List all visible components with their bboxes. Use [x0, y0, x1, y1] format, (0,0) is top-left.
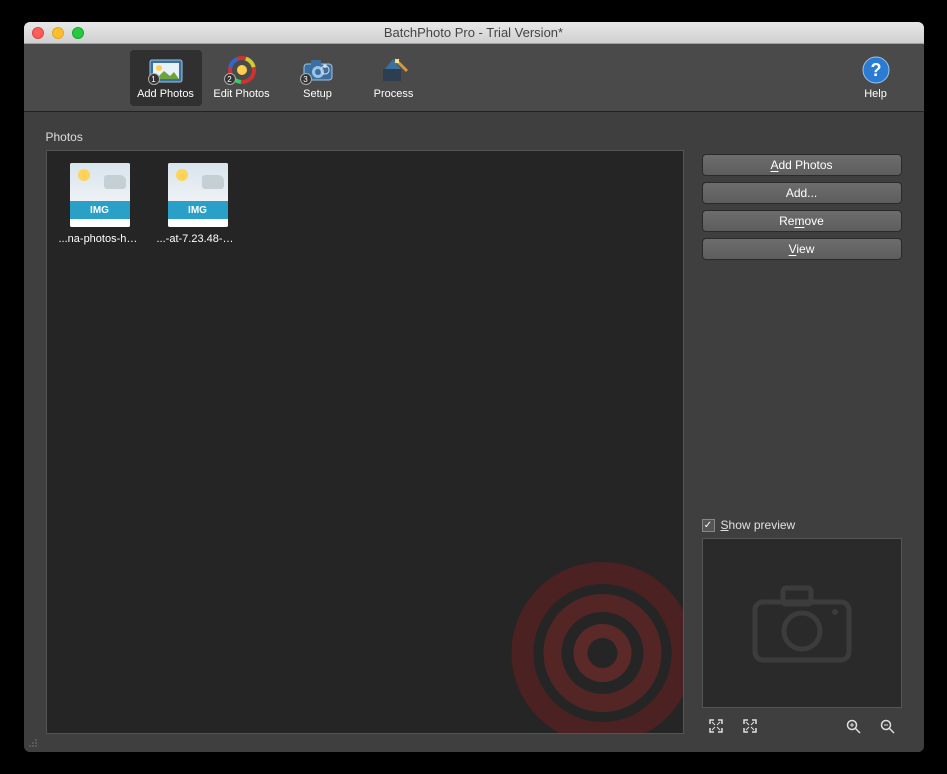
zoom-window-button[interactable] — [72, 27, 84, 39]
close-window-button[interactable] — [32, 27, 44, 39]
view-button[interactable]: View — [702, 238, 902, 260]
app-window: BatchPhoto Pro - Trial Version* 1 Add Ph… — [24, 22, 924, 752]
add-button[interactable]: Add... — [702, 182, 902, 204]
zoom-in-icon[interactable] — [846, 718, 862, 734]
toolbar-label: Setup — [303, 88, 332, 100]
image-file-icon: IMG — [70, 163, 130, 227]
add-photos-icon: 1 — [148, 55, 184, 85]
fullscreen-icon[interactable] — [742, 718, 758, 734]
show-preview-checkbox[interactable]: ✓ — [702, 519, 715, 532]
image-file-icon: IMG — [168, 163, 228, 227]
toolbar-label: Add Photos — [137, 88, 194, 100]
edit-photos-step-button[interactable]: 2 Edit Photos — [206, 50, 278, 106]
show-preview-label: Show preview — [721, 518, 796, 532]
edit-photos-icon: 2 — [224, 55, 260, 85]
step-badge-2: 2 — [224, 73, 236, 85]
window-controls — [32, 27, 84, 39]
toolbar-label: Edit Photos — [213, 88, 269, 100]
main-toolbar: 1 Add Photos 2 Edit Photos — [24, 44, 924, 112]
img-badge: IMG — [168, 201, 228, 219]
camera-placeholder-icon — [747, 578, 857, 668]
process-icon — [376, 55, 412, 85]
resize-grip-icon[interactable] — [28, 738, 38, 748]
setup-step-button[interactable]: 3 Setup — [282, 50, 354, 106]
help-button[interactable]: ? Help — [840, 50, 912, 106]
preview-section: ✓ Show preview — [702, 338, 902, 734]
thumbnail-label: ...na-photos-hero — [59, 233, 141, 245]
window-title: BatchPhoto Pro - Trial Version* — [24, 25, 924, 40]
svg-text:?: ? — [870, 60, 881, 80]
toolbar-label: Help — [864, 88, 887, 100]
step-badge-1: 1 — [148, 73, 160, 85]
photo-thumbnail[interactable]: IMG ...na-photos-hero — [59, 163, 141, 245]
thumbnail-label: ...-at-7.23.48-PM — [157, 233, 239, 245]
minimize-window-button[interactable] — [52, 27, 64, 39]
brand-swirl-icon — [503, 553, 684, 734]
zoom-out-icon[interactable] — [880, 718, 896, 734]
photo-list-well[interactable]: IMG ...na-photos-hero IMG ...-at-7.23.48… — [46, 150, 684, 734]
toolbar-label: Process — [374, 88, 414, 100]
step-badge-3: 3 — [300, 73, 312, 85]
preview-well — [702, 538, 902, 708]
side-button-stack: Add Photos Add... Remove View — [702, 154, 902, 260]
side-panel: Add Photos Add... Remove View ✓ S — [702, 150, 902, 734]
show-preview-row: ✓ Show preview — [702, 518, 902, 532]
setup-icon: 3 — [300, 55, 336, 85]
remove-button[interactable]: Remove — [702, 210, 902, 232]
process-step-button[interactable]: Process — [358, 50, 430, 106]
help-icon: ? — [858, 55, 894, 85]
img-badge: IMG — [70, 201, 130, 219]
photos-section-label: Photos — [46, 130, 902, 144]
add-photos-step-button[interactable]: 1 Add Photos — [130, 50, 202, 106]
add-photos-button[interactable]: Add Photos — [702, 154, 902, 176]
preview-controls — [702, 708, 902, 734]
titlebar: BatchPhoto Pro - Trial Version* — [24, 22, 924, 44]
photo-thumbnail[interactable]: IMG ...-at-7.23.48-PM — [157, 163, 239, 245]
fit-to-window-icon[interactable] — [708, 718, 724, 734]
main-body: Photos IMG ...na-photos-hero IMG — [24, 112, 924, 752]
